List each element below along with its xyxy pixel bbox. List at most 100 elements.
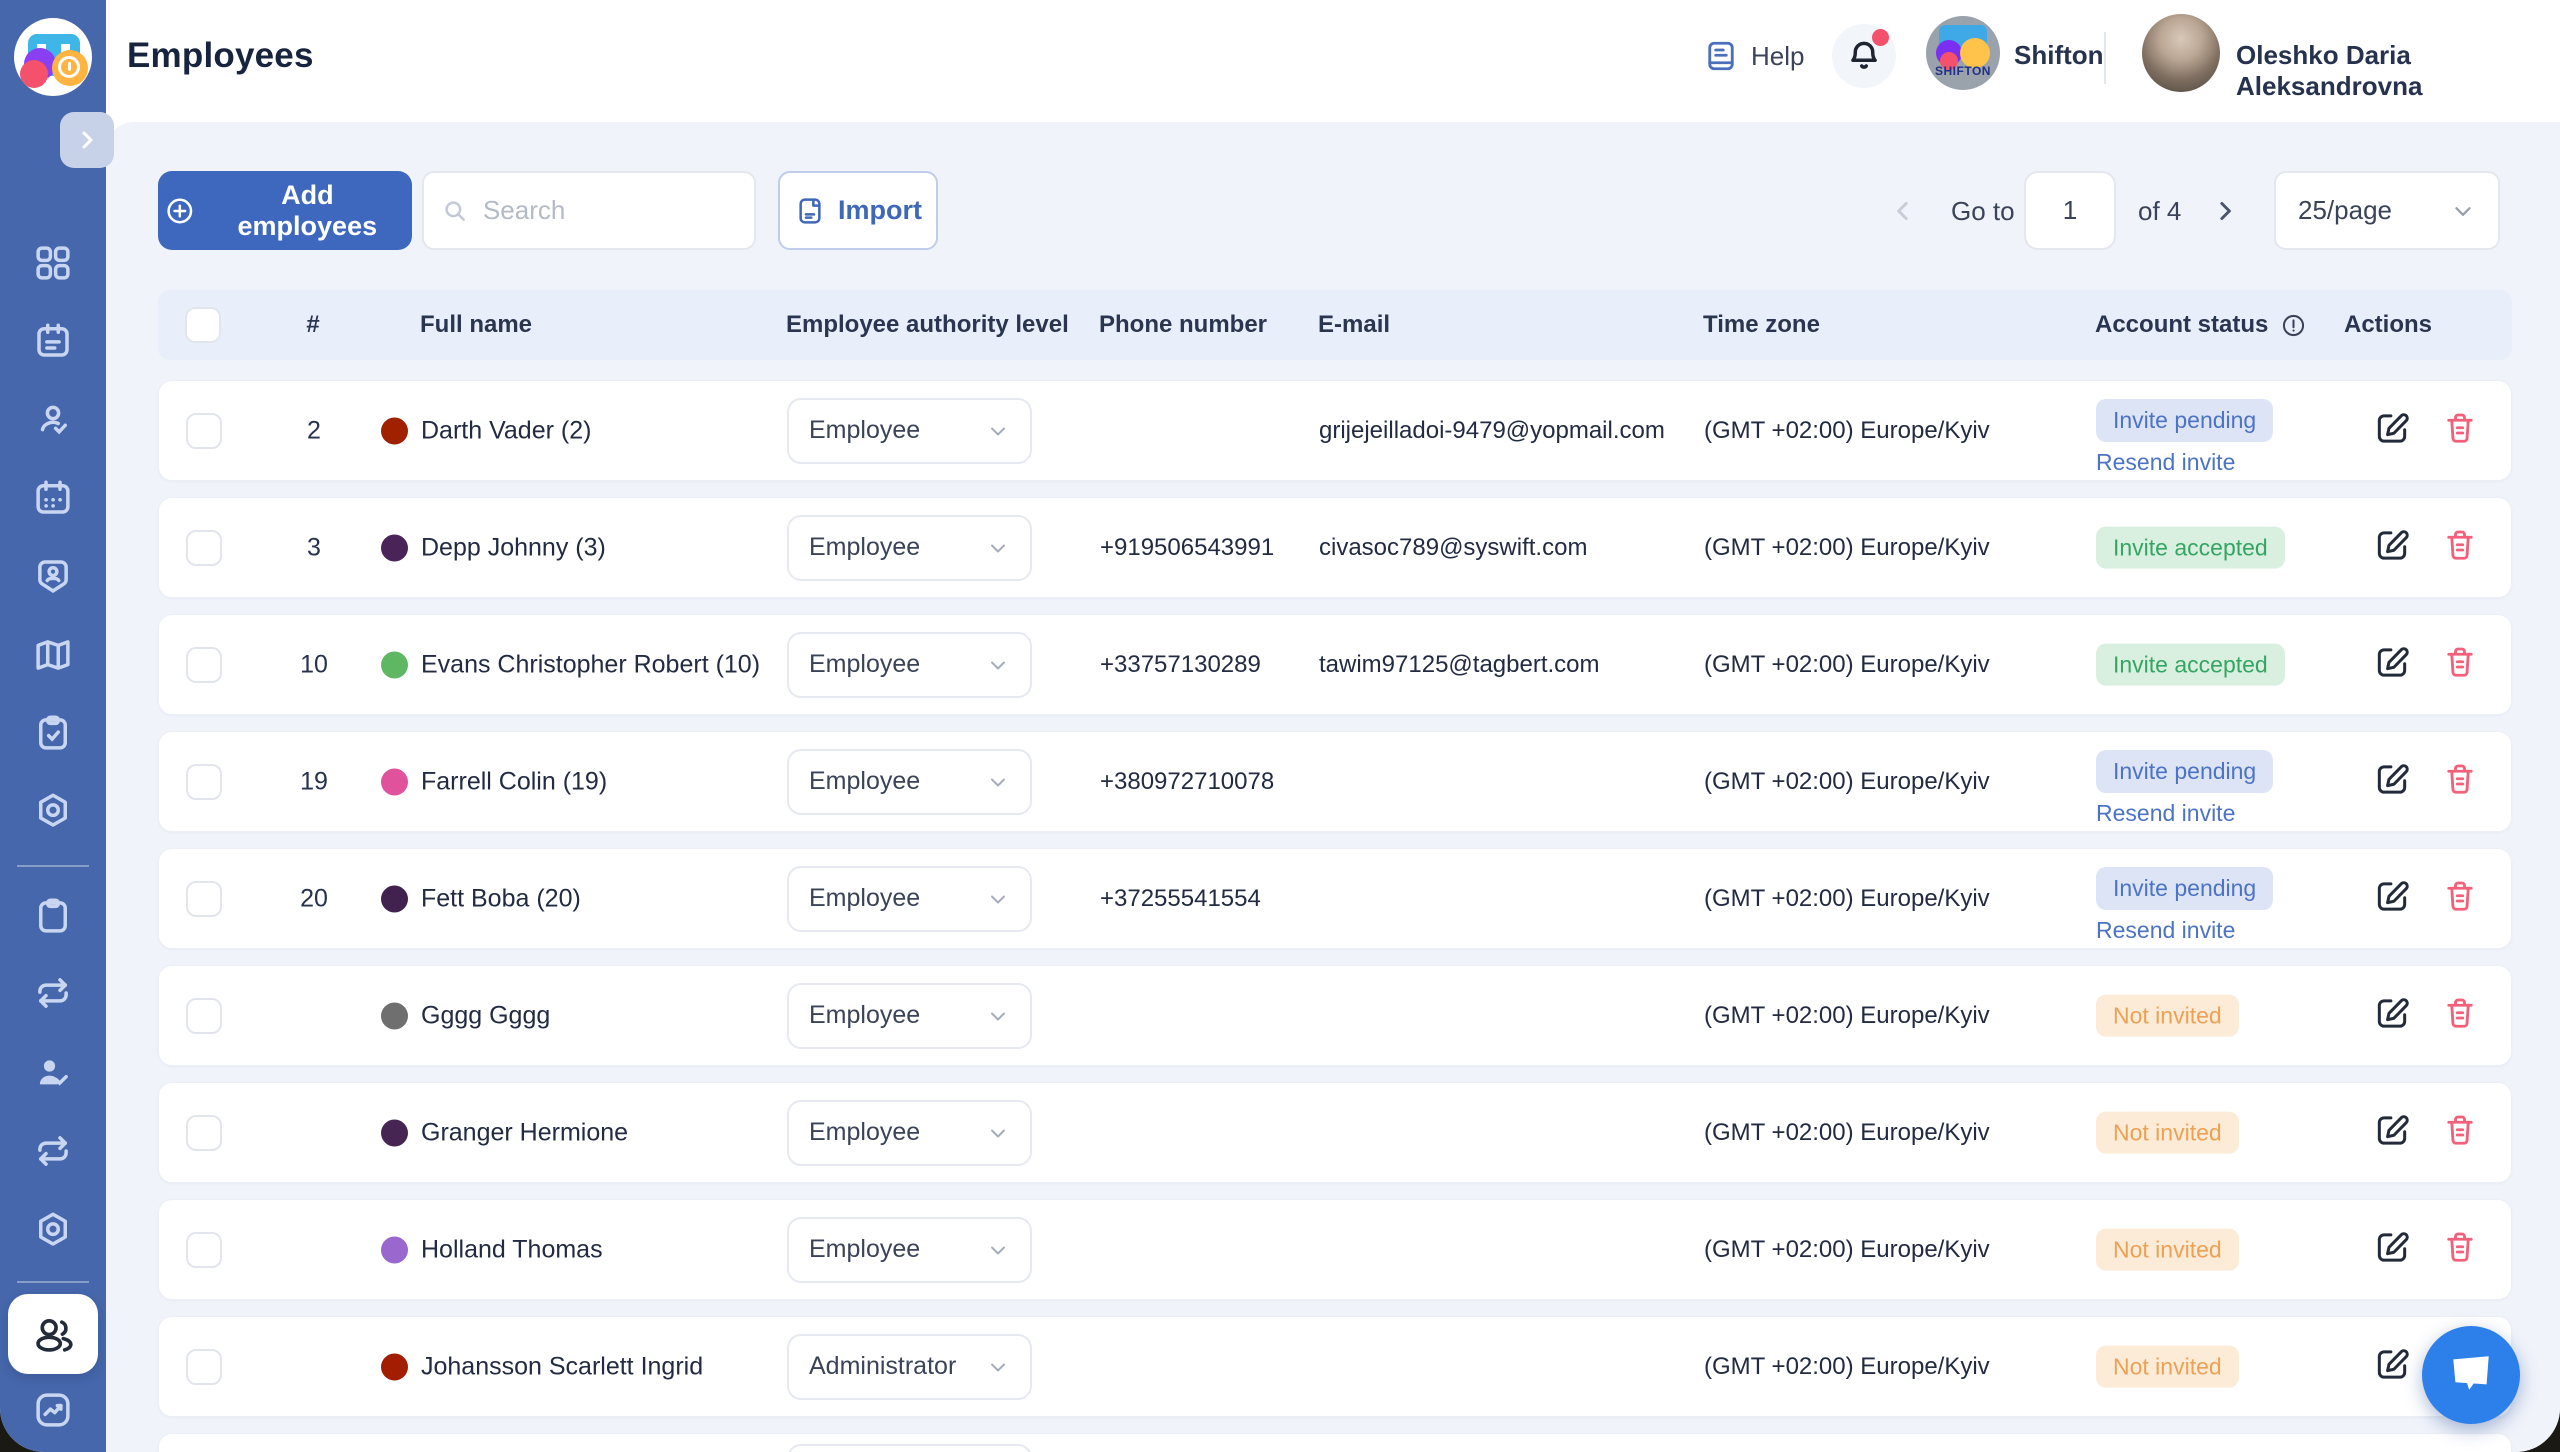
status-badge: Invite pending <box>2096 750 2273 793</box>
resend-invite-link[interactable]: Resend invite <box>2096 800 2235 827</box>
sidebar-item-dashboard[interactable] <box>31 241 75 285</box>
delete-employee-button[interactable] <box>2442 1229 2478 1270</box>
edit-employee-button[interactable] <box>2373 1345 2411 1388</box>
employee-color-dot <box>381 534 408 561</box>
user-avatar[interactable] <box>2142 14 2220 92</box>
authority-select[interactable]: Administrator <box>787 1334 1032 1400</box>
edit-employee-button[interactable] <box>2373 994 2411 1037</box>
row-checkbox[interactable] <box>186 1232 222 1268</box>
authority-value: Employee <box>809 1235 920 1264</box>
pagination-prev-button[interactable] <box>1888 196 1918 231</box>
row-checkbox[interactable] <box>186 530 222 566</box>
authority-select[interactable]: Employee <box>787 983 1032 1049</box>
add-employees-button[interactable]: Add employees <box>158 171 412 250</box>
delete-icon <box>2442 878 2478 914</box>
employee-timezone: (GMT +02:00) Europe/Kyiv <box>1704 1353 1990 1381</box>
chevron-down-icon <box>986 653 1010 677</box>
sidebar-item-analytics[interactable] <box>31 1388 75 1432</box>
row-checkbox[interactable] <box>186 1349 222 1385</box>
sidebar-item-shift-swap[interactable] <box>31 971 75 1015</box>
employee-color-dot <box>381 768 408 795</box>
notifications-button[interactable] <box>1832 24 1896 88</box>
sidebar-item-automation[interactable] <box>31 789 75 833</box>
edit-employee-button[interactable] <box>2373 1228 2411 1271</box>
chevron-down-icon <box>986 419 1010 443</box>
authority-select[interactable] <box>787 1444 1032 1452</box>
table-row-partial <box>158 1433 2512 1452</box>
page-size-select[interactable]: 25/page <box>2274 171 2500 250</box>
delete-icon <box>2442 1112 2478 1148</box>
authority-select[interactable]: Employee <box>787 398 1032 464</box>
help-button[interactable]: Help <box>1703 38 1804 74</box>
company-name[interactable]: Shifton <box>2014 40 2104 71</box>
employee-timezone: (GMT +02:00) Europe/Kyiv <box>1704 885 1990 913</box>
chevron-right-icon <box>75 128 99 152</box>
sidebar-item-tasks[interactable] <box>31 711 75 755</box>
import-button[interactable]: Import <box>778 171 938 250</box>
authority-select[interactable]: Employee <box>787 866 1032 932</box>
authority-select[interactable]: Employee <box>787 1217 1032 1283</box>
row-checkbox[interactable] <box>186 881 222 917</box>
sidebar <box>0 0 106 1452</box>
info-icon[interactable] <box>2280 312 2307 339</box>
user-name[interactable]: Oleshko Daria Aleksandrovna <box>2236 40 2560 102</box>
user-check-icon <box>32 399 74 441</box>
pagination-page-input[interactable] <box>2024 171 2116 250</box>
authority-value: Employee <box>809 533 920 562</box>
sidebar-item-availability[interactable] <box>31 398 75 442</box>
delete-employee-button[interactable] <box>2442 878 2478 919</box>
sidebar-item-map[interactable] <box>31 633 75 677</box>
edit-employee-button[interactable] <box>2373 643 2411 686</box>
authority-select[interactable]: Employee <box>787 632 1032 698</box>
sidebar-item-rotation[interactable] <box>31 1129 75 1173</box>
row-checkbox[interactable] <box>186 647 222 683</box>
resend-invite-link[interactable]: Resend invite <box>2096 917 2235 944</box>
pagination-next-button[interactable] <box>2210 196 2240 231</box>
authority-select[interactable]: Employee <box>787 749 1032 815</box>
row-checkbox[interactable] <box>186 998 222 1034</box>
delete-employee-button[interactable] <box>2442 761 2478 802</box>
app-logo[interactable] <box>14 18 92 96</box>
select-all-checkbox[interactable] <box>185 307 221 343</box>
edit-employee-button[interactable] <box>2373 409 2411 452</box>
sidebar-item-id-badge[interactable] <box>31 554 75 598</box>
employee-email: tawim97125@tagbert.com <box>1319 651 1600 679</box>
row-checkbox[interactable] <box>186 764 222 800</box>
chevron-down-icon <box>986 770 1010 794</box>
authority-select[interactable]: Employee <box>787 1100 1032 1166</box>
sidebar-item-schedule[interactable] <box>31 319 75 363</box>
employee-phone: +919506543991 <box>1100 534 1274 562</box>
help-book-icon <box>1703 38 1739 74</box>
logo-clock-hand <box>68 62 71 71</box>
search-input[interactable] <box>481 194 736 227</box>
delete-employee-button[interactable] <box>2442 1112 2478 1153</box>
employee-name: Granger Hermione <box>421 1118 628 1147</box>
company-logo-text: SHIFTON <box>1926 64 2000 78</box>
chat-widget-button[interactable] <box>2422 1326 2520 1424</box>
authority-select[interactable]: Employee <box>787 515 1032 581</box>
row-checkbox[interactable] <box>186 1115 222 1151</box>
employee-name: Gggg Gggg <box>421 1001 550 1030</box>
employee-phone: +33757130289 <box>1100 651 1261 679</box>
chevron-down-icon <box>986 887 1010 911</box>
sidebar-item-approvals[interactable] <box>31 1051 75 1095</box>
edit-employee-button[interactable] <box>2373 1111 2411 1154</box>
row-checkbox[interactable] <box>186 413 222 449</box>
sidebar-item-reports-board[interactable] <box>31 894 75 938</box>
authority-value: Administrator <box>809 1352 956 1381</box>
sidebar-item-calendar[interactable] <box>31 476 75 520</box>
edit-employee-button[interactable] <box>2373 760 2411 803</box>
edit-employee-button[interactable] <box>2373 877 2411 920</box>
employee-color-dot <box>381 651 408 678</box>
employee-email: civasoc789@syswift.com <box>1319 534 1587 562</box>
sidebar-expand-button[interactable] <box>60 112 114 168</box>
delete-employee-button[interactable] <box>2442 644 2478 685</box>
resend-invite-link[interactable]: Resend invite <box>2096 449 2235 476</box>
sidebar-item-employees-active[interactable] <box>8 1294 98 1374</box>
company-avatar[interactable]: SHIFTON <box>1926 16 2000 90</box>
sidebar-item-settings[interactable] <box>31 1208 75 1252</box>
delete-employee-button[interactable] <box>2442 995 2478 1036</box>
edit-employee-button[interactable] <box>2373 526 2411 569</box>
delete-employee-button[interactable] <box>2442 410 2478 451</box>
delete-employee-button[interactable] <box>2442 527 2478 568</box>
